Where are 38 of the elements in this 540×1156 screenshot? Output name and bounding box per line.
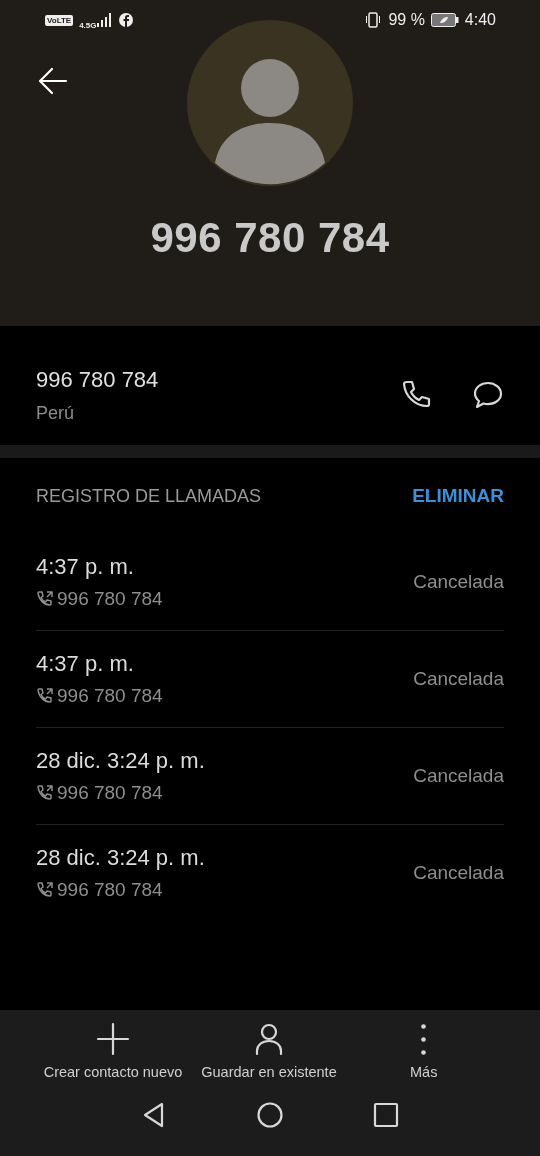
call-time: 4:37 p. m. — [36, 651, 135, 677]
call-status: Cancelada — [413, 765, 504, 787]
action-button[interactable]: Guardar en existente — [186, 1022, 352, 1080]
call-time: 4:37 p. m. — [36, 554, 135, 580]
call-number: 996 780 784 — [57, 588, 163, 610]
avatar-icon — [187, 20, 353, 186]
call-number: 996 780 784 — [57, 685, 163, 707]
action-button[interactable]: Crear contacto nuevo — [40, 1022, 186, 1080]
outgoing-call-icon — [36, 881, 54, 899]
call-status: Cancelada — [413, 571, 504, 593]
call-time: 28 dic. 3:24 p. m. — [36, 845, 206, 871]
outgoing-call-icon — [36, 590, 54, 608]
call-time: 28 dic. 3:24 p. m. — [36, 748, 206, 774]
network-type: 4.5G — [79, 20, 97, 30]
call-status: Cancelada — [413, 862, 504, 884]
facebook-icon — [118, 13, 133, 27]
action-button[interactable]: Más — [410, 1022, 438, 1080]
contact-title: 996 780 784 — [150, 214, 390, 262]
more-icon — [421, 1023, 427, 1055]
call-number: 996 780 784 — [57, 782, 163, 804]
call-number: 996 780 784 — [57, 879, 163, 901]
signal-icon — [96, 13, 113, 27]
vibrate-icon — [364, 12, 383, 28]
battery-percent: 99 % — [388, 11, 425, 29]
outgoing-call-icon — [36, 687, 54, 705]
recents-nav-icon[interactable] — [373, 1102, 399, 1128]
battery-icon — [430, 13, 459, 27]
phone-number: 996 780 784 — [36, 366, 160, 393]
add-icon — [96, 1022, 130, 1056]
delete-button[interactable]: ELIMINAR — [412, 485, 504, 507]
clock-time: 4:40 — [464, 11, 496, 29]
message-button[interactable] — [472, 379, 504, 411]
section-heading: REGISTRO DE LLAMADAS — [36, 485, 262, 507]
call-status: Cancelada — [413, 668, 504, 690]
home-nav-icon[interactable] — [257, 1102, 283, 1128]
phone-location: Perú — [36, 402, 76, 424]
outgoing-call-icon — [36, 784, 54, 802]
volte-badge: VoLTE — [45, 14, 74, 26]
